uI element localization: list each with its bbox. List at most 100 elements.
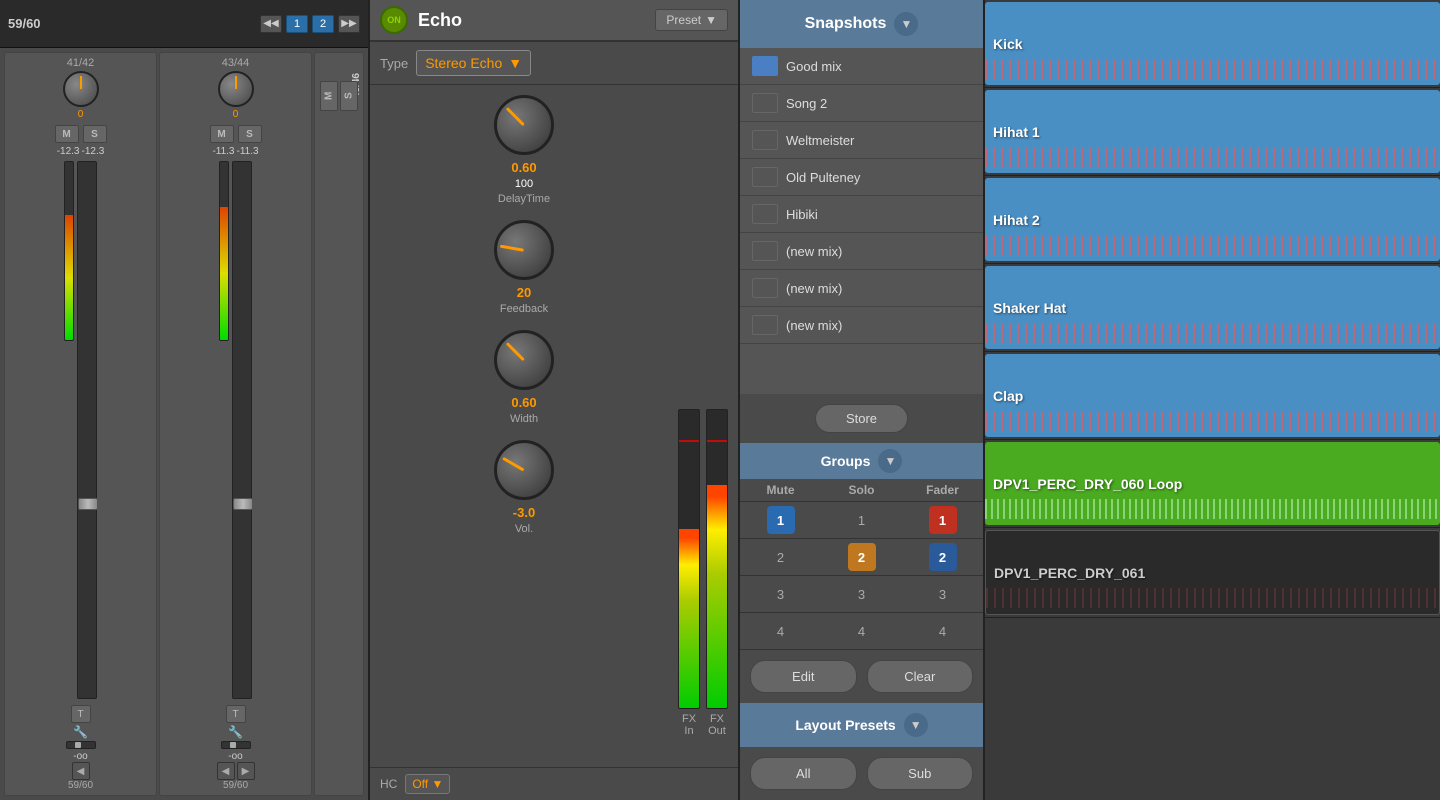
track-shaker-clip[interactable]: Shaker Hat [985, 266, 1440, 349]
layout-all-btn[interactable]: All [750, 757, 857, 790]
fx-preset-btn[interactable]: Preset ▼ [655, 9, 728, 31]
groups-row3-mute[interactable]: 3 [740, 576, 821, 612]
fx-hc-label: HC [380, 777, 397, 791]
channel-1-vu-left [64, 161, 74, 341]
track-perc2-clip[interactable]: DPV1_PERC_DRY_061 [985, 530, 1440, 615]
fx-hc-select[interactable]: Off ▼ [405, 774, 450, 794]
groups-row1-solo[interactable]: 1 [821, 502, 902, 538]
channel-3-m-btn[interactable]: M [320, 81, 338, 111]
fx-type-select[interactable]: Stereo Echo ▼ [416, 50, 531, 76]
channel-1-mini-fader[interactable] [66, 741, 96, 749]
snapshot-item-8[interactable]: (new mix) [740, 307, 983, 344]
layout-presets-dropdown[interactable]: ▼ [904, 713, 928, 737]
groups-edit-btn[interactable]: Edit [750, 660, 857, 693]
fx-delay-val: 0.60 [511, 160, 536, 175]
fx-meter-in-label: FXIn [682, 713, 696, 737]
snapshot-item-1[interactable]: Good mix [740, 48, 983, 85]
groups-row-1: 1 1 1 [740, 502, 983, 539]
transport-next-btn[interactable]: ▶▶ [338, 15, 360, 33]
track-kick: Kick [985, 0, 1440, 88]
track-hihat2-waveform [985, 235, 1440, 255]
channel-2-nav-next[interactable]: ▶ [237, 762, 255, 780]
snapshot-item-7[interactable]: (new mix) [740, 270, 983, 307]
transport-num2[interactable]: 2 [312, 15, 334, 33]
fx-hc-arrow: ▼ [431, 777, 443, 791]
track-clap-clip[interactable]: Clap [985, 354, 1440, 437]
snapshot-item-5[interactable]: Hibiki [740, 196, 983, 233]
fx-header: ON Echo Preset ▼ [370, 0, 738, 42]
groups-dropdown-btn[interactable]: ▼ [878, 449, 902, 473]
track-hihat1-clip[interactable]: Hihat 1 [985, 90, 1440, 173]
channel-1-knob[interactable] [63, 71, 99, 107]
groups-row3-fader-num: 3 [939, 587, 946, 602]
snapshot-name-2: Song 2 [786, 96, 827, 111]
channel-2-fader-handle[interactable] [233, 498, 253, 510]
track-perc1-clip[interactable]: DPV1_PERC_DRY_060 Loop [985, 442, 1440, 525]
groups-row1-mute-badge: 1 [767, 506, 795, 534]
groups-row4-fader[interactable]: 4 [902, 613, 983, 649]
fx-vol-knob[interactable] [494, 440, 554, 500]
channel-1-t-btn[interactable]: T [71, 705, 91, 723]
channel-1-knob-value: 0 [78, 109, 84, 120]
channel-1-solo-btn[interactable]: S [83, 125, 107, 143]
channel-2-mute-btn[interactable]: M [210, 125, 234, 143]
groups-row-3: 3 3 3 [740, 576, 983, 613]
groups-row1-fader[interactable]: 1 [902, 502, 983, 538]
snapshot-name-7: (new mix) [786, 281, 842, 296]
channel-2-solo-btn[interactable]: S [238, 125, 262, 143]
groups-row-2: 2 2 2 [740, 539, 983, 576]
channel-1-fader[interactable] [77, 161, 97, 699]
fx-meter-in-fill [679, 529, 699, 708]
snapshot-item-2[interactable]: Song 2 [740, 85, 983, 122]
groups-row4-mute[interactable]: 4 [740, 613, 821, 649]
fx-on-button[interactable]: ON [380, 6, 408, 34]
channel-2-nav-prev[interactable]: ◀ [217, 762, 235, 780]
snapshot-color-5 [752, 204, 778, 224]
snapshots-dropdown-btn[interactable]: ▼ [894, 12, 918, 36]
track-kick-waveform [985, 59, 1440, 79]
transport-num1[interactable]: 1 [286, 15, 308, 33]
channel-1-db-r: -12.3 [82, 146, 105, 157]
fx-delay-knob[interactable] [494, 95, 554, 155]
channel-1-tool-icon[interactable]: 🔧 [73, 725, 88, 739]
store-button[interactable]: Store [815, 404, 908, 433]
channel-1-fader-handle[interactable] [78, 498, 98, 510]
channel-2-mini-fader[interactable] [221, 741, 251, 749]
groups-title: Groups [821, 453, 871, 469]
groups-row4-solo[interactable]: 4 [821, 613, 902, 649]
channel-2-t-btn[interactable]: T [226, 705, 246, 723]
snapshot-item-4[interactable]: Old Pulteney [740, 159, 983, 196]
groups-row2-mute[interactable]: 2 [740, 539, 821, 575]
layout-sub-btn[interactable]: Sub [867, 757, 974, 790]
groups-row3-fader[interactable]: 3 [902, 576, 983, 612]
snapshots-header: Snapshots ▼ [740, 0, 983, 48]
snapshot-color-2 [752, 93, 778, 113]
groups-row3-solo[interactable]: 3 [821, 576, 902, 612]
groups-row2-fader[interactable]: 2 [902, 539, 983, 575]
channel-2-tool-icon[interactable]: 🔧 [228, 725, 243, 739]
channel-1-mute-btn[interactable]: M [55, 125, 79, 143]
snapshot-item-3[interactable]: Weltmeister [740, 122, 983, 159]
fx-preset-label: Preset [666, 13, 701, 27]
fx-delay-val2: 100 [515, 178, 533, 190]
mixer-channel-3: 45/46 M S [314, 52, 364, 796]
fx-width-knob[interactable] [494, 330, 554, 390]
track-hihat2-clip[interactable]: Hihat 2 [985, 178, 1440, 261]
channel-3-s-btn[interactable]: S [340, 81, 358, 111]
snapshot-item-6[interactable]: (new mix) [740, 233, 983, 270]
groups-row1-mute[interactable]: 1 [740, 502, 821, 538]
mixer-channels: 41/42 0 M S -12.3 -12.3 [0, 48, 368, 800]
channel-2-knob[interactable] [218, 71, 254, 107]
track-kick-clip[interactable]: Kick [985, 2, 1440, 85]
transport-prev-btn[interactable]: ◀◀ [260, 15, 282, 33]
groups-clear-btn[interactable]: Clear [867, 660, 974, 693]
snapshot-name-6: (new mix) [786, 244, 842, 259]
mixer-channel-1: 41/42 0 M S -12.3 -12.3 [4, 52, 157, 796]
mixer-channel-2: 43/44 0 M S -11.3 -11.3 [159, 52, 312, 796]
fx-feedback-knob[interactable] [494, 220, 554, 280]
channel-1-nav-btn[interactable]: ◀ [72, 762, 90, 780]
channel-2-fader[interactable] [232, 161, 252, 699]
snapshot-color-6 [752, 241, 778, 261]
groups-row4-solo-num: 4 [858, 624, 865, 639]
groups-row2-solo[interactable]: 2 [821, 539, 902, 575]
